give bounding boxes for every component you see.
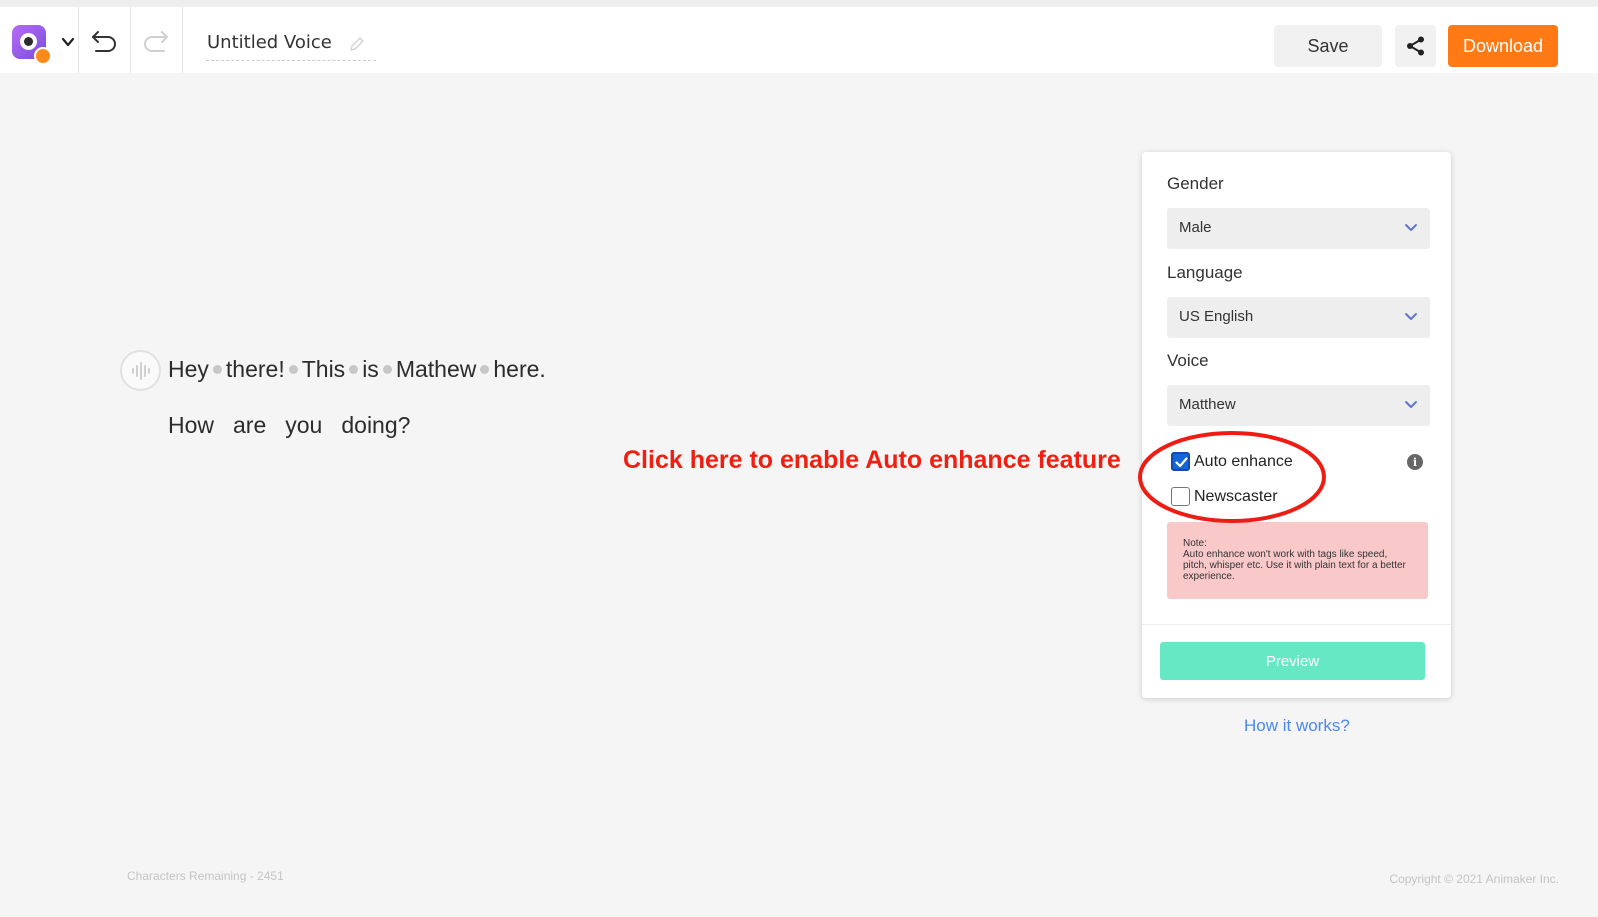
top-toolbar: Untitled Voice Save Download	[0, 0, 1598, 73]
preview-button[interactable]: Preview	[1160, 642, 1425, 680]
annotation-highlight-ellipse	[1138, 431, 1326, 523]
download-button[interactable]: Download	[1448, 25, 1558, 67]
script-word[interactable]: you	[285, 412, 322, 439]
toolbar-divider	[130, 7, 131, 73]
script-line-1[interactable]: Hey there! This is Mathew here.	[168, 356, 546, 383]
undo-button[interactable]	[84, 21, 124, 61]
pencil-icon[interactable]	[348, 35, 366, 53]
panel-divider	[1142, 624, 1451, 625]
auto-enhance-note: Note: Auto enhance won't work with tags …	[1167, 522, 1428, 599]
toolbar-divider	[182, 7, 183, 73]
gender-label: Gender	[1167, 174, 1224, 193]
save-button[interactable]: Save	[1274, 25, 1382, 67]
script-word[interactable]: Mathew	[396, 356, 477, 383]
document-title: Untitled Voice	[207, 32, 332, 53]
copyright-text: Copyright © 2021 Animaker Inc.	[1389, 872, 1559, 886]
script-word[interactable]: This	[302, 356, 345, 383]
voice-settings-panel: Gender Male Language US English Voice Ma…	[1142, 152, 1451, 698]
redo-icon	[144, 31, 168, 52]
waveform-icon	[131, 361, 150, 380]
word-separator-dot	[480, 365, 490, 374]
script-word[interactable]: are	[233, 412, 266, 439]
word-separator-dot	[288, 365, 298, 374]
script-word[interactable]: there!	[226, 356, 285, 383]
word-separator-dot	[382, 365, 392, 374]
play-line-button[interactable]	[120, 350, 161, 391]
how-it-works-link[interactable]: How it works?	[1244, 716, 1350, 736]
document-title-field[interactable]: Untitled Voice	[206, 27, 376, 61]
script-word[interactable]: How	[168, 412, 214, 439]
annotation-callout: Click here to enable Auto enhance featur…	[623, 446, 1121, 474]
language-select[interactable]: US English	[1167, 297, 1430, 338]
info-icon[interactable]: i	[1407, 454, 1423, 470]
script-word[interactable]: here.	[493, 356, 545, 383]
script-word[interactable]: is	[362, 356, 379, 383]
chevron-down-icon	[1405, 401, 1417, 408]
script-word[interactable]: doing?	[341, 412, 410, 439]
undo-icon	[92, 31, 116, 52]
characters-remaining: Characters Remaining - 2451	[127, 869, 284, 883]
redo-button[interactable]	[136, 21, 176, 61]
gender-value: Male	[1179, 219, 1212, 236]
share-button[interactable]	[1395, 25, 1436, 67]
toolbar-divider	[78, 7, 79, 73]
chevron-down-icon	[1405, 313, 1417, 320]
language-label: Language	[1167, 263, 1243, 282]
note-title: Note:	[1183, 538, 1207, 549]
share-icon	[1406, 36, 1424, 56]
gender-select[interactable]: Male	[1167, 208, 1430, 249]
word-separator-dot	[212, 365, 222, 374]
chevron-down-icon	[1405, 224, 1417, 231]
app-menu-button[interactable]	[8, 21, 78, 65]
voice-label: Voice	[1167, 351, 1209, 370]
chevron-down-icon	[61, 37, 75, 47]
note-body: Auto enhance won't work with tags like s…	[1183, 549, 1406, 582]
voice-select[interactable]: Matthew	[1167, 385, 1430, 426]
script-word[interactable]: Hey	[168, 356, 209, 383]
language-value: US English	[1179, 308, 1254, 325]
voice-value: Matthew	[1179, 396, 1236, 413]
animaker-voice-logo-icon	[12, 25, 52, 65]
word-separator-dot	[349, 365, 359, 374]
script-line-2[interactable]: How are you doing?	[168, 412, 410, 439]
